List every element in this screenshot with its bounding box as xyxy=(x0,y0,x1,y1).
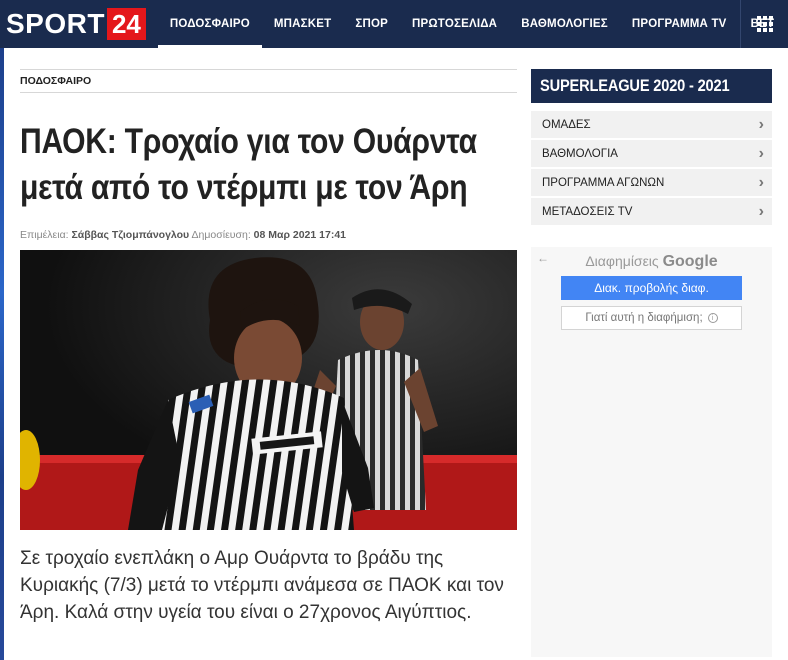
chevron-right-icon: › xyxy=(758,115,764,133)
menu-grid-button[interactable] xyxy=(740,0,788,48)
league-link-label: ΠΡΟΓΡΑΜΜΑ ΑΓΩΝΩΝ xyxy=(542,176,665,189)
league-link-label: ΟΜΑΔΕΣ xyxy=(542,118,591,131)
nav-item-sport[interactable]: ΣΠΟΡ xyxy=(343,0,400,48)
logo-number: 24 xyxy=(106,8,146,40)
nav-item-standings[interactable]: ΒΑΘΜΟΛΟΓΙΕΣ xyxy=(509,0,620,48)
sidebar: SUPERLEAGUE 2020 - 2021 ΟΜΑΔΕΣ › ΒΑΘΜΟΛΟ… xyxy=(531,69,772,657)
chevron-right-icon: › xyxy=(758,144,764,162)
nav-item-tv-schedule[interactable]: ΠΡΟΓΡΑΜΜΑ TV xyxy=(620,0,739,48)
league-link-label: ΒΑΘΜΟΛΟΓΙΑ xyxy=(542,147,618,160)
ads-by-google-label: Διαφημίσεις Google xyxy=(531,253,772,271)
published-label: Δημοσίευση: xyxy=(191,229,251,241)
ad-placeholder: ← Διαφημίσεις Google Διακ. προβολής διαφ… xyxy=(531,247,772,657)
league-link-label: ΜΕΤΑΔΟΣΕΙΣ TV xyxy=(542,205,633,218)
chevron-right-icon: › xyxy=(758,173,764,191)
chevron-right-icon: › xyxy=(758,202,764,220)
league-link-fixtures[interactable]: ΠΡΟΓΡΑΜΜΑ ΑΓΩΝΩΝ › xyxy=(531,169,772,196)
category-label[interactable]: ΠΟΔΟΣΦΑΙΡΟ xyxy=(20,75,91,87)
nav-item-football[interactable]: ΠΟΔΟΣΦΑΙΡΟ xyxy=(157,0,262,48)
article-lede: Σε τροχαίο ενεπλάκη ο Αμρ Ουάρντα το βρά… xyxy=(20,548,504,623)
info-icon: i xyxy=(707,313,718,323)
league-widget-title: SUPERLEAGUE 2020 - 2021 xyxy=(531,69,772,103)
nav-item-basketball[interactable]: ΜΠΑΣΚΕΤ xyxy=(262,0,344,48)
article-hero-image xyxy=(20,250,517,530)
league-link-standings[interactable]: ΒΑΘΜΟΛΟΓΙΑ › xyxy=(531,140,772,167)
why-this-ad-button[interactable]: Γιατί αυτή η διαφήμιση; i xyxy=(561,306,742,330)
league-link-tv-broadcasts[interactable]: ΜΕΤΑΔΟΣΕΙΣ TV › xyxy=(531,198,772,225)
top-navigation-bar: SPORT 24 ΠΟΔΟΣΦΑΙΡΟ ΜΠΑΣΚΕΤ ΣΠΟΡ ΠΡΩΤΟΣΕ… xyxy=(0,0,788,48)
category-bar: ΠΟΔΟΣΦΑΙΡΟ xyxy=(20,69,517,93)
left-background-strip xyxy=(0,48,4,660)
ads-label: Διαφημίσεις xyxy=(585,253,659,269)
league-links: ΟΜΑΔΕΣ › ΒΑΘΜΟΛΟΓΙΑ › ΠΡΟΓΡΑΜΜΑ ΑΓΩΝΩΝ ›… xyxy=(531,111,772,225)
league-link-teams[interactable]: ΟΜΑΔΕΣ › xyxy=(531,111,772,138)
grid-icon xyxy=(756,16,773,32)
editor-label: Επιμέλεια: xyxy=(20,229,69,241)
google-wordmark: Google xyxy=(662,253,718,270)
site-logo[interactable]: SPORT 24 xyxy=(0,0,146,48)
main-menu: ΠΟΔΟΣΦΑΙΡΟ ΜΠΑΣΚΕΤ ΣΠΟΡ ΠΡΩΤΟΣΕΛΙΔΑ ΒΑΘΜ… xyxy=(157,0,786,48)
editor-name[interactable]: Σάββας Τζιομπάνογλου xyxy=(71,229,189,241)
nav-item-front-pages[interactable]: ΠΡΩΤΟΣΕΛΙΔΑ xyxy=(400,0,509,48)
published-date: 08 Μαρ 2021 17:41 xyxy=(253,229,347,241)
article-headline: ΠΑΟΚ: Τροχαίο για τον Ουάρντα μετά από τ… xyxy=(20,122,477,207)
logo-wordmark: SPORT xyxy=(6,8,105,39)
football-players-photo xyxy=(20,250,517,530)
article: ΠΟΔΟΣΦΑΙΡΟ ΠΑΟΚ: Τροχαίο για τον Ουάρντα… xyxy=(20,48,517,626)
stop-ad-button[interactable]: Διακ. προβολής διαφ. xyxy=(561,276,742,300)
article-byline: Επιμέλεια: Σάββας Τζιομπάνογλου Δημοσίευ… xyxy=(20,229,517,241)
why-this-ad-label: Γιατί αυτή η διαφήμιση; xyxy=(585,312,703,324)
league-widget-title-text: SUPERLEAGUE 2020 - 2021 xyxy=(540,76,730,95)
